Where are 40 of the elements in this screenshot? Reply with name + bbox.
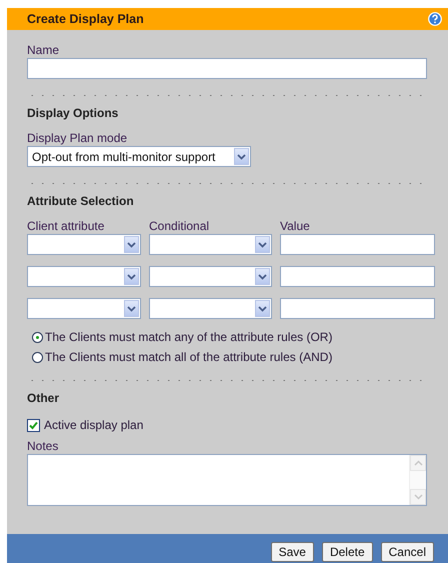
section-heading: Other [27,391,60,405]
select-field[interactable] [27,266,141,287]
input-field[interactable] [27,58,427,79]
save-button[interactable]: Save [270,542,314,562]
caret-icon [255,236,270,253]
caret-icon [124,268,139,285]
select-field[interactable] [149,298,272,319]
caret-icon [255,300,270,317]
column-label: Conditional [149,219,210,233]
input-field[interactable] [280,298,435,319]
dialog-title: Create Display Plan [27,12,144,26]
field-label: Name [27,43,60,57]
column-label: Value [280,219,311,233]
field-label: Notes [27,439,58,453]
input-field[interactable] [280,266,435,287]
checkbox-label[interactable]: Active display plan [44,418,144,432]
select-field[interactable] [27,298,141,319]
select-field[interactable] [149,234,272,255]
column-label: Client attribute [27,219,106,233]
notes-field[interactable] [27,454,427,506]
select-field[interactable] [149,266,272,287]
delete-button[interactable]: Delete [322,542,373,562]
checkbox[interactable] [27,418,40,432]
select-field[interactable]: Opt-out from multi-monitor support [27,146,251,167]
caret-icon [124,236,139,253]
select-field[interactable] [27,234,141,255]
caret-icon [124,300,139,317]
scrollbar[interactable] [409,455,426,505]
caret-icon [234,148,249,165]
radio-label[interactable]: The Clients must match all of the attribute rules (AND) [45,350,332,364]
section-heading: Attribute Selection [27,194,134,208]
radio-button[interactable] [32,332,43,342]
radio-label[interactable]: The Clients must match any of the attribute rules (OR) [45,330,332,344]
input-field[interactable] [280,234,435,255]
radio-button[interactable] [32,352,43,362]
section-heading: Display Options [27,106,118,120]
cancel-button[interactable]: Cancel [380,542,434,562]
help-icon[interactable] [428,12,442,26]
field-label: Display Plan mode [27,131,128,145]
caret-icon [255,268,270,285]
